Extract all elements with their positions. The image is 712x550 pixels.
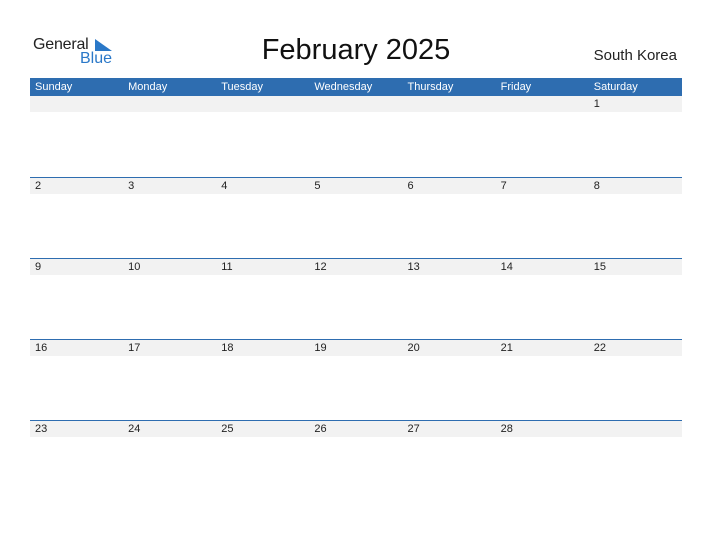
weekday-tuesday: Tuesday — [221, 81, 264, 93]
day-cell: 18 — [221, 342, 234, 354]
day-cell: 2 — [35, 180, 42, 192]
day-cell — [30, 96, 123, 112]
day-cell — [123, 96, 216, 112]
day-cell: 21 — [500, 342, 513, 354]
date-band: 16 17 18 19 20 21 22 — [30, 340, 682, 356]
day-cell — [496, 96, 589, 112]
day-cell: 16 — [35, 342, 48, 354]
week-row: 16 17 18 19 20 21 22 — [30, 339, 682, 420]
day-cell — [589, 421, 682, 437]
week-row: 9 10 11 12 13 14 15 — [30, 258, 682, 339]
day-cell: 13 — [407, 261, 420, 273]
calendar-grid: Sunday Monday Tuesday Wednesday Thursday… — [30, 78, 682, 501]
week-row: 23 24 25 26 27 28 — [30, 420, 682, 501]
day-cell: 5 — [314, 180, 321, 192]
day-cell: 12 — [314, 261, 327, 273]
day-cell: 19 — [314, 342, 327, 354]
weekday-thursday: Thursday — [407, 81, 454, 93]
day-cell: 23 — [35, 423, 48, 435]
day-cell — [403, 96, 496, 112]
day-cell: 28 — [500, 423, 513, 435]
day-cell: 22 — [593, 342, 606, 354]
country-label: South Korea — [593, 47, 677, 64]
day-cell: 11 — [221, 261, 233, 273]
day-cell: 25 — [221, 423, 234, 435]
day-cell: 1 — [593, 98, 600, 110]
day-cell: 9 — [35, 261, 42, 273]
weekday-header: Sunday Monday Tuesday Wednesday Thursday… — [30, 78, 682, 96]
day-cell: 24 — [128, 423, 141, 435]
weekday-wednesday: Wednesday — [314, 81, 373, 93]
weekday-friday: Friday — [500, 81, 532, 93]
day-cell: 7 — [500, 180, 507, 192]
day-cell: 20 — [407, 342, 420, 354]
day-cell: 3 — [128, 180, 135, 192]
day-cell: 17 — [128, 342, 141, 354]
day-cell: 10 — [128, 261, 141, 273]
day-cell: 27 — [407, 423, 420, 435]
weekday-monday: Monday — [128, 81, 168, 93]
day-cell: 8 — [593, 180, 600, 192]
date-band: 23 24 25 26 27 28 — [30, 421, 682, 437]
date-band: 2 3 4 5 6 7 8 — [30, 178, 682, 194]
day-cell: 4 — [221, 180, 228, 192]
day-cell: 14 — [500, 261, 513, 273]
day-cell: 6 — [407, 180, 414, 192]
date-band: 1 — [30, 96, 682, 112]
day-cell: 15 — [593, 261, 606, 273]
date-band: 9 10 11 12 13 14 15 — [30, 259, 682, 275]
day-cell — [309, 96, 402, 112]
week-row: 2 3 4 5 6 7 8 — [30, 177, 682, 258]
day-cell — [216, 96, 309, 112]
weekday-sunday: Sunday — [35, 81, 73, 93]
weekday-saturday: Saturday — [593, 81, 638, 93]
day-cell: 26 — [314, 423, 327, 435]
week-row: 1 — [30, 96, 682, 177]
